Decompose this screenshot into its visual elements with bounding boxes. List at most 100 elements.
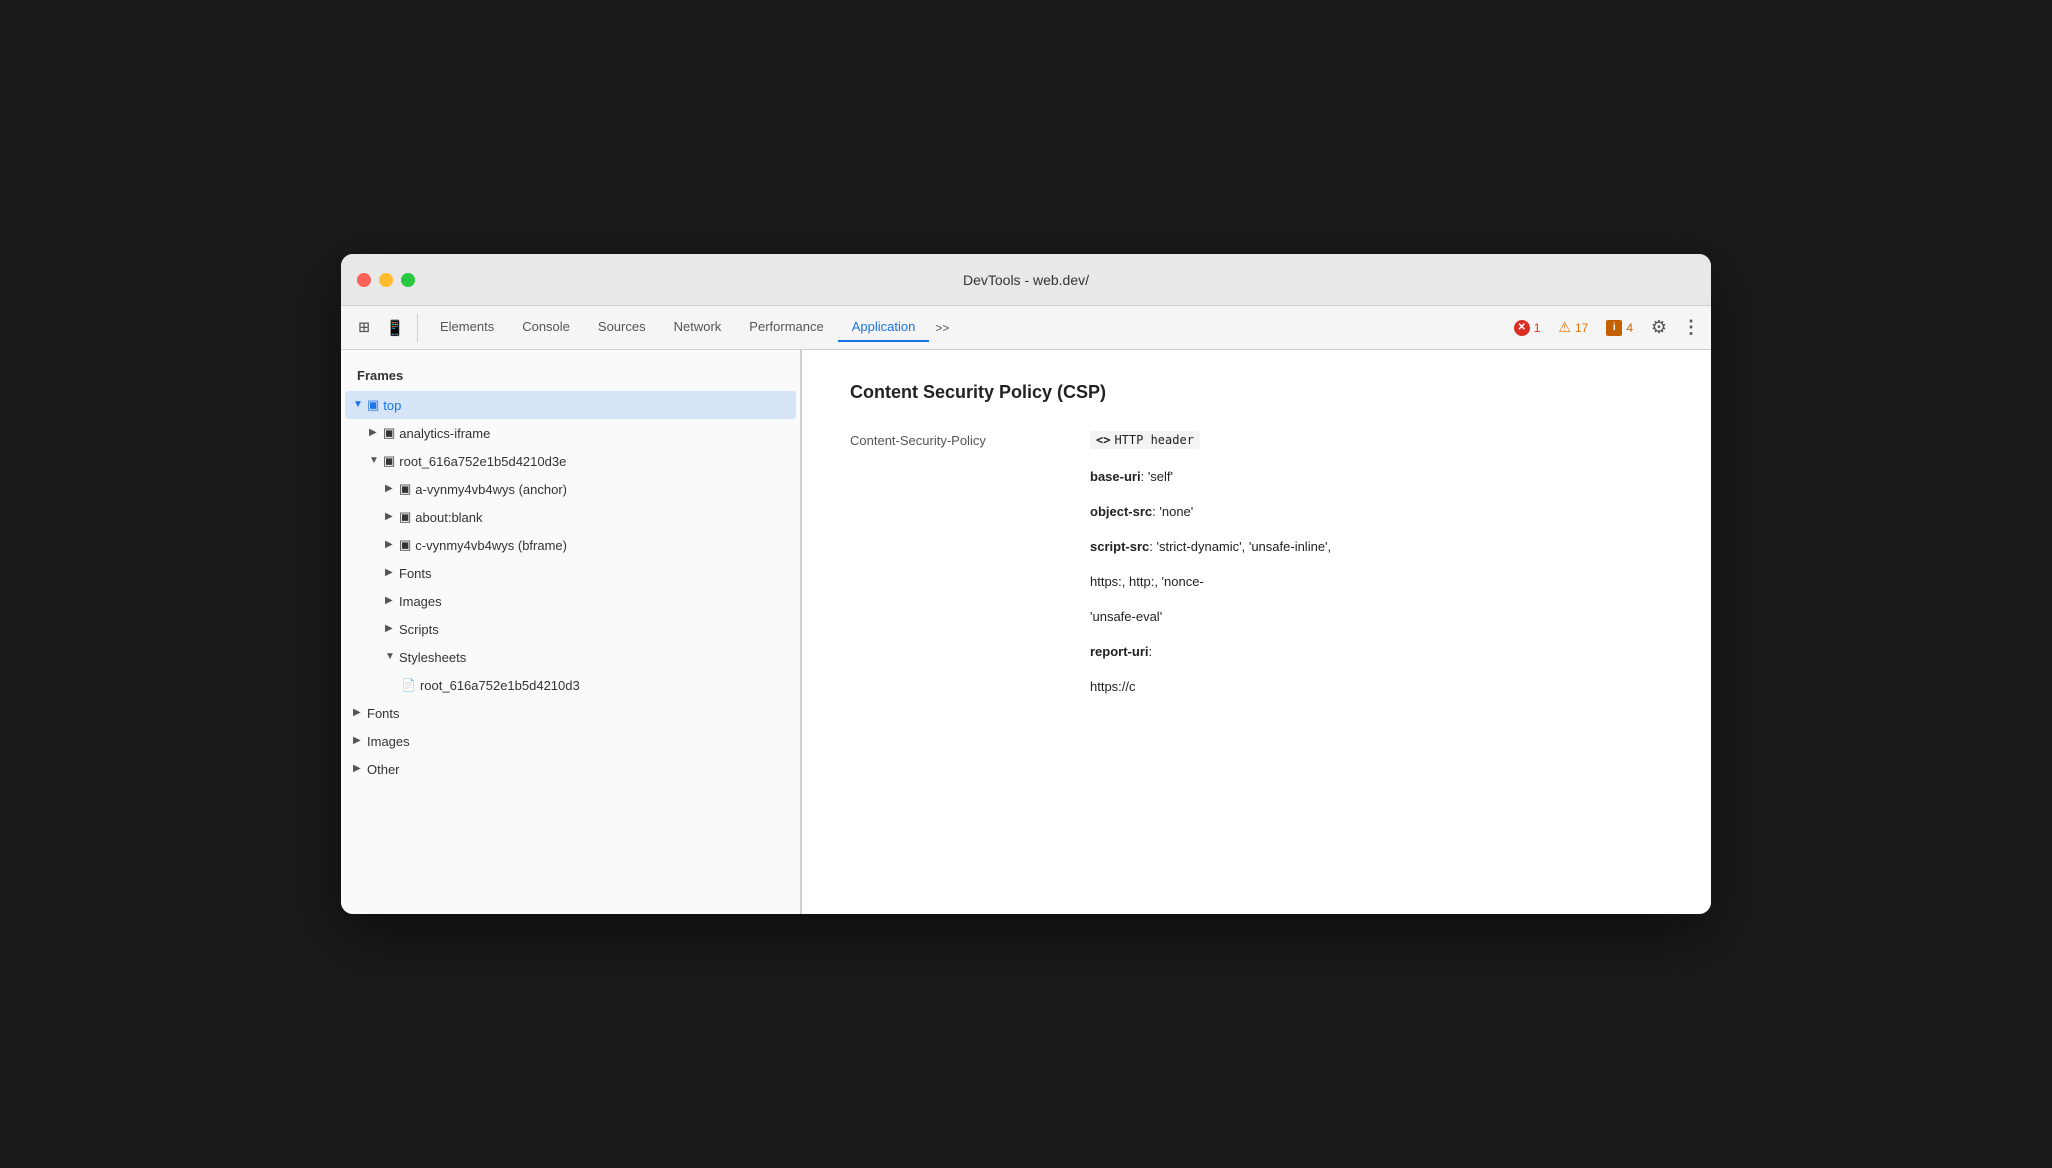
nav-tabs: Elements Console Sources Network Perform…	[426, 313, 1504, 342]
sidebar-item-about-blank[interactable]: ▶ ▣ about:blank	[345, 503, 796, 531]
sidebar: Frames ▼ ▣ top ▶ ▣ analytics-iframe	[341, 350, 801, 914]
folder-icon-3: ▣	[399, 481, 411, 497]
sidebar-item-label-c-vynmy: c-vynmy4vb4wys (bframe)	[415, 538, 567, 553]
sidebar-item-label-other-top: Other	[367, 762, 400, 777]
sidebar-item-label-images-sub: Images	[399, 594, 442, 609]
sidebar-item-label-stylesheets-sub: Stylesheets	[399, 650, 466, 665]
toolbar-left-icons: ⊞ 📱	[349, 314, 418, 342]
tab-console[interactable]: Console	[508, 313, 584, 342]
selector-icon-button[interactable]: ⊞	[349, 314, 377, 342]
toolbar-right: ✕ 1 ⚠ 17 i 4 ⚙ ⋮	[1508, 314, 1703, 342]
maximize-button[interactable]	[401, 273, 415, 287]
sidebar-item-stylesheet-file[interactable]: 📄 root_616a752e1b5d4210d3	[345, 671, 796, 699]
sidebar-item-images-top[interactable]: ▶ Images	[345, 727, 796, 755]
sidebar-item-stylesheets-sub[interactable]: ▼ Stylesheets	[345, 643, 796, 671]
sidebar-item-label-fonts-sub: Fonts	[399, 566, 432, 581]
csp-nonce-row: https:, http:, 'nonce-	[850, 574, 1663, 589]
sidebar-item-other-top[interactable]: ▶ Other	[345, 755, 796, 783]
sidebar-item-analytics-iframe[interactable]: ▶ ▣ analytics-iframe	[345, 419, 796, 447]
csp-base-uri-row: base-uri: 'self'	[850, 469, 1663, 484]
settings-button[interactable]: ⚙	[1645, 314, 1673, 342]
sidebar-item-label-root: root_616a752e1b5d4210d3e	[399, 454, 566, 469]
sidebar-item-fonts-top[interactable]: ▶ Fonts	[345, 699, 796, 727]
csp-unsafe-eval-key	[850, 609, 1090, 611]
arrow-right-icon-7: ▶	[385, 595, 397, 607]
arrow-right-icon-12: ▶	[353, 763, 365, 775]
tab-network[interactable]: Network	[660, 313, 736, 342]
csp-unsafe-eval-value: 'unsafe-eval'	[1090, 609, 1663, 624]
error-badge[interactable]: ✕ 1	[1508, 318, 1547, 338]
sidebar-item-label-top: top	[383, 398, 401, 413]
csp-unsafe-eval-row: 'unsafe-eval'	[850, 609, 1663, 624]
csp-report-uri-url-val: https://c	[1090, 679, 1136, 694]
folder-icon-1: ▣	[383, 425, 395, 441]
csp-report-uri-url-row: https://c	[850, 679, 1663, 694]
arrow-right-icon-4: ▶	[385, 511, 397, 523]
csp-type-label: HTTP header	[1114, 433, 1193, 447]
device-emulation-button[interactable]: 📱	[381, 314, 409, 342]
folder-icon-top: ▣	[367, 397, 379, 413]
tab-application[interactable]: Application	[838, 313, 930, 342]
folder-icon-5: ▣	[399, 537, 411, 553]
warning-icon: ⚠	[1558, 319, 1571, 336]
arrow-down-icon: ▼	[353, 399, 365, 411]
window-title: DevTools - web.dev/	[963, 272, 1089, 288]
csp-header-row: Content-Security-Policy <> HTTP header	[850, 431, 1663, 449]
sidebar-item-label-analytics: analytics-iframe	[399, 426, 490, 441]
more-options-button[interactable]: ⋮	[1679, 316, 1703, 340]
sidebar-item-top[interactable]: ▼ ▣ top	[345, 391, 796, 419]
code-angle-brackets-icon: <>	[1096, 433, 1110, 447]
csp-script-src-name: script-src	[1090, 539, 1149, 554]
error-count: 1	[1534, 321, 1541, 335]
arrow-down-icon-9: ▼	[385, 651, 397, 663]
csp-nonce-val: https:, http:, 'nonce-	[1090, 574, 1204, 589]
traffic-lights	[357, 273, 415, 287]
arrow-right-icon-10: ▶	[353, 707, 365, 719]
arrow-right-icon-6: ▶	[385, 567, 397, 579]
titlebar: DevTools - web.dev/	[341, 254, 1711, 306]
warning-badge[interactable]: ⚠ 17	[1552, 317, 1594, 338]
csp-script-src-key	[850, 539, 1090, 541]
csp-report-uri-key	[850, 644, 1090, 646]
sidebar-item-label-a-vynmy: a-vynmy4vb4wys (anchor)	[415, 482, 567, 497]
close-button[interactable]	[357, 273, 371, 287]
tab-sources[interactable]: Sources	[584, 313, 660, 342]
csp-base-uri-name: base-uri	[1090, 469, 1141, 484]
selector-icon: ⊞	[359, 317, 368, 338]
warning-count: 17	[1575, 321, 1588, 335]
sidebar-item-label-images-top: Images	[367, 734, 410, 749]
arrow-right-icon-3: ▶	[385, 483, 397, 495]
arrow-right-icon-11: ▶	[353, 735, 365, 747]
csp-base-uri-val: 'self'	[1148, 469, 1173, 484]
tab-performance[interactable]: Performance	[735, 313, 837, 342]
arrow-right-icon-5: ▶	[385, 539, 397, 551]
info-badge[interactable]: i 4	[1600, 318, 1639, 338]
csp-type-tag: <> HTTP header	[1090, 431, 1200, 449]
sidebar-item-a-vynmy[interactable]: ▶ ▣ a-vynmy4vb4wys (anchor)	[345, 475, 796, 503]
minimize-button[interactable]	[379, 273, 393, 287]
csp-object-src-key	[850, 504, 1090, 506]
tab-elements[interactable]: Elements	[426, 313, 508, 342]
csp-header-value: <> HTTP header	[1090, 431, 1663, 449]
csp-object-src-row: object-src: 'none'	[850, 504, 1663, 519]
sidebar-item-fonts-sub[interactable]: ▶ Fonts	[345, 559, 796, 587]
sidebar-item-root-frame[interactable]: ▼ ▣ root_616a752e1b5d4210d3e	[345, 447, 796, 475]
csp-script-src-row: script-src: 'strict-dynamic', 'unsafe-in…	[850, 539, 1663, 554]
csp-base-uri-key	[850, 469, 1090, 471]
more-vert-icon: ⋮	[1682, 317, 1700, 338]
folder-icon-2: ▣	[383, 453, 395, 469]
csp-object-src-val: 'none'	[1159, 504, 1193, 519]
csp-title: Content Security Policy (CSP)	[850, 382, 1663, 403]
devtools-window: DevTools - web.dev/ ⊞ 📱 Elements Console…	[341, 254, 1711, 914]
sidebar-item-c-vynmy[interactable]: ▶ ▣ c-vynmy4vb4wys (bframe)	[345, 531, 796, 559]
sidebar-item-images-sub[interactable]: ▶ Images	[345, 587, 796, 615]
info-icon: i	[1606, 320, 1622, 336]
more-tabs-button[interactable]: >>	[929, 317, 955, 339]
info-count: 4	[1626, 321, 1633, 335]
csp-report-uri-colon: :	[1149, 644, 1153, 659]
arrow-right-icon-8: ▶	[385, 623, 397, 635]
csp-report-uri-url-key	[850, 679, 1090, 681]
sidebar-section-frames: Frames	[341, 362, 800, 391]
csp-nonce-key	[850, 574, 1090, 576]
sidebar-item-scripts-sub[interactable]: ▶ Scripts	[345, 615, 796, 643]
